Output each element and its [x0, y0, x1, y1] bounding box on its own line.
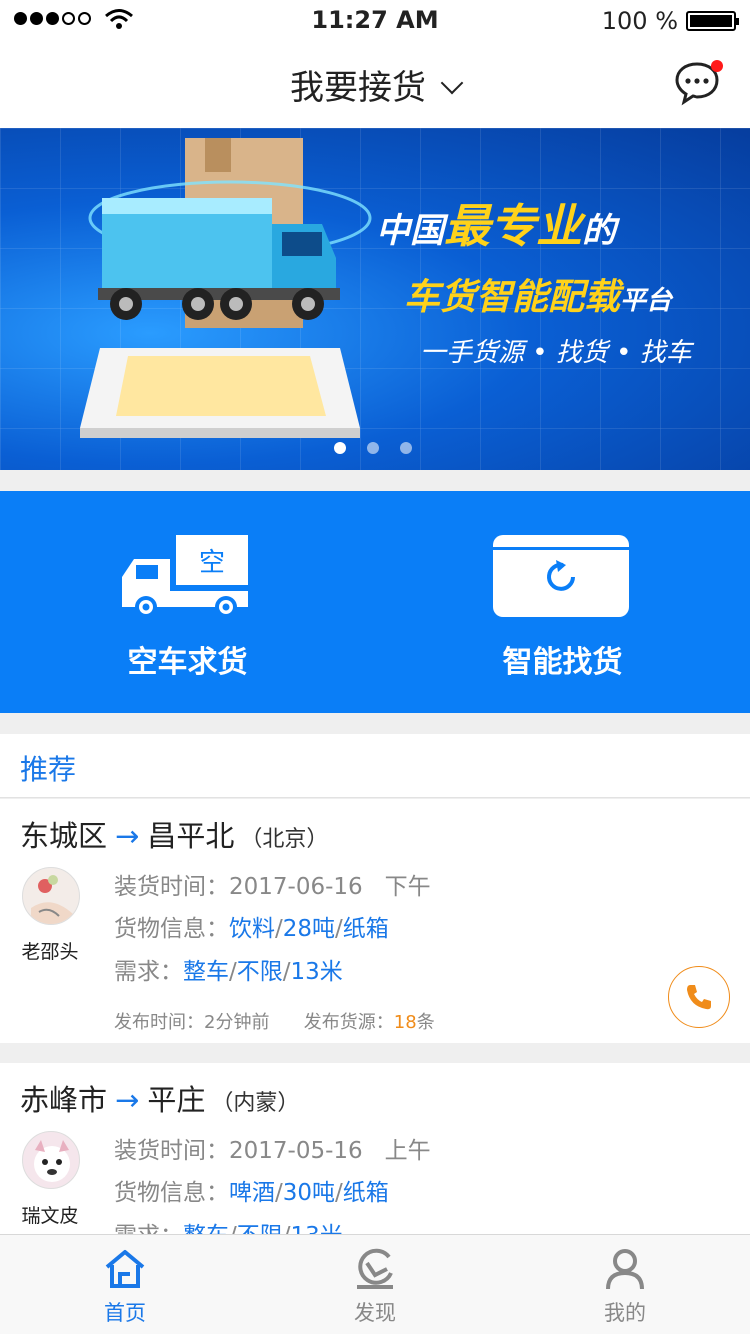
- section-title: 推荐: [20, 753, 77, 786]
- carousel-dot[interactable]: [400, 442, 412, 454]
- carousel-indicator: [334, 442, 412, 454]
- empty-truck-label: 空车求货: [127, 645, 248, 680]
- route: 赤峰市 → 平庄 （内蒙）: [20, 1083, 300, 1117]
- load-time-row: 装货时间：2017-05-16 上午: [114, 1138, 431, 1164]
- demand-row: 需求：整车/不限/13米: [114, 959, 343, 985]
- profile-icon: [606, 1249, 644, 1290]
- smart-find-label: 智能找货: [502, 645, 623, 680]
- banner-illustration: [80, 138, 372, 438]
- app-header: 我要接货: [0, 40, 750, 128]
- user-name: 老邵头: [21, 941, 79, 963]
- empty-truck-seek-cargo-button[interactable]: 空 空车求货: [0, 491, 375, 713]
- message-icon[interactable]: [674, 60, 724, 106]
- user-name: 瑞文皮: [21, 1205, 79, 1227]
- route-arrow-icon: →: [115, 1083, 140, 1117]
- tab-home[interactable]: 首页: [0, 1235, 250, 1334]
- smart-find-cargo-button[interactable]: 智能找货: [375, 491, 750, 713]
- tab-bar: 首页 发现 我的: [0, 1234, 750, 1334]
- banner-tagline: 一手货源 • 找货 • 找车: [420, 338, 692, 368]
- tab-label: 发现: [354, 1301, 396, 1325]
- goods-info-row: 货物信息：饮料/28吨/纸箱: [114, 916, 389, 942]
- chevron-down-icon: [440, 71, 464, 95]
- svg-text:空: 空: [199, 548, 225, 578]
- smart-search-icon: [493, 535, 629, 617]
- status-bar: 11:27 AM 100 %: [0, 0, 750, 40]
- route: 东城区 → 昌平北 （北京）: [20, 819, 329, 853]
- discover-icon: [357, 1248, 393, 1289]
- cargo-card[interactable]: 赤峰市 → 平庄 （内蒙） 瑞文皮 装货时间：2017-05-16 上午 货物信息：啤…: [0, 1063, 750, 1234]
- cargo-card[interactable]: 东城区 → 昌平北 （北京） 老邵头 装货时间：2017-06-16 下午 货物信息：…: [0, 799, 750, 1043]
- notification-dot: [711, 60, 723, 72]
- promo-banner[interactable]: 中国最专业的 车货智能配载平台 一手货源 • 找货 • 找车: [0, 128, 750, 470]
- carousel-dot[interactable]: [334, 442, 346, 454]
- page-title: 我要接货: [290, 68, 426, 108]
- quick-actions: 空 空车求货 智能找货: [0, 491, 750, 713]
- phone-icon: [687, 985, 711, 1010]
- goods-info-row: 货物信息：啤酒/30吨/纸箱: [114, 1180, 389, 1206]
- banner-subheadline: 车货智能配载平台: [404, 277, 673, 318]
- banner-headline: 中国最专业的: [376, 199, 616, 253]
- recommend-section-header: 推荐: [0, 734, 750, 798]
- avatar[interactable]: [22, 1131, 80, 1189]
- route-arrow-icon: →: [115, 819, 140, 853]
- demand-row: 需求：整车/不限/13米: [114, 1216, 343, 1234]
- tab-label: 首页: [104, 1301, 146, 1325]
- battery-icon: [686, 11, 739, 31]
- empty-truck-icon: 空: [122, 535, 248, 618]
- call-button[interactable]: [668, 966, 730, 1028]
- page-title-dropdown[interactable]: 我要接货: [0, 60, 750, 109]
- tab-label: 我的: [604, 1301, 646, 1325]
- avatar[interactable]: [22, 867, 80, 925]
- load-time-row: 装货时间：2017-06-16 下午: [114, 874, 431, 900]
- tab-discover[interactable]: 发现: [250, 1235, 500, 1334]
- tab-profile[interactable]: 我的: [500, 1235, 750, 1334]
- home-icon: [105, 1250, 145, 1288]
- battery-percent: 100 %: [601, 7, 678, 35]
- publish-meta: 发布时间：2分钟前 发布货源：18条: [114, 1012, 435, 1033]
- carousel-dot[interactable]: [367, 442, 379, 454]
